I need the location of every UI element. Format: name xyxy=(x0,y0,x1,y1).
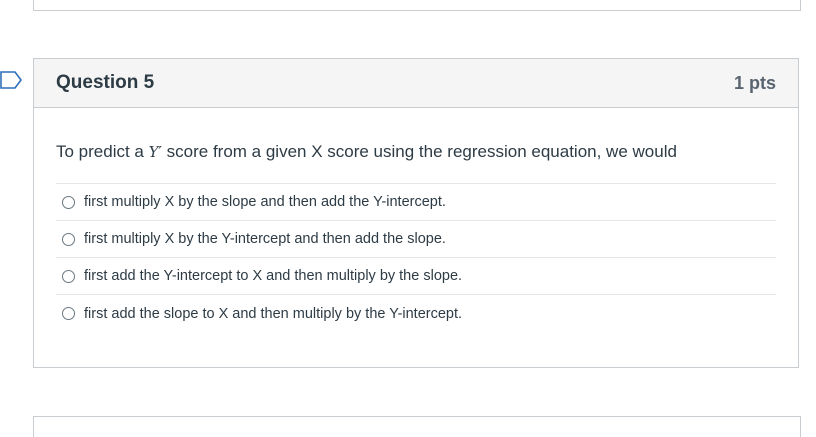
answer-label[interactable]: first multiply X by the Y-intercept and … xyxy=(84,231,446,247)
question-text: To predict a Y′ score from a given X sco… xyxy=(56,141,776,163)
question-card: Question 5 1 pts To predict a Y′ score f… xyxy=(33,58,799,368)
answer-label[interactable]: first add the Y-intercept to X and then … xyxy=(84,268,462,284)
question-points: 1 pts xyxy=(733,72,776,93)
bookmark-flag-icon[interactable] xyxy=(0,71,22,89)
y-prime-symbol: Y′ xyxy=(148,143,162,161)
radio-unchecked-icon[interactable] xyxy=(62,232,75,246)
question-text-after: score from a given X score using the reg… xyxy=(161,142,677,161)
question-body: To predict a Y′ score from a given X sco… xyxy=(34,141,798,332)
question-header: Question 5 1 pts xyxy=(34,59,798,108)
radio-unchecked-icon[interactable] xyxy=(62,269,75,283)
answer-label[interactable]: first add the slope to X and then multip… xyxy=(84,306,462,322)
answer-option-1[interactable]: first multiply X by the slope and then a… xyxy=(56,184,776,221)
question-text-before: To predict a xyxy=(56,142,149,161)
answer-option-3[interactable]: first add the Y-intercept to X and then … xyxy=(56,258,776,295)
question-title: Question 5 xyxy=(56,72,155,93)
answer-label[interactable]: first multiply X by the slope and then a… xyxy=(84,194,446,210)
answer-option-4[interactable]: first add the slope to X and then multip… xyxy=(56,295,776,332)
next-question-card xyxy=(33,416,801,437)
radio-unchecked-icon[interactable] xyxy=(62,307,75,320)
answer-list: first multiply X by the slope and then a… xyxy=(56,183,776,332)
answer-option-2[interactable]: first multiply X by the Y-intercept and … xyxy=(56,221,776,258)
previous-question-card xyxy=(33,0,801,11)
radio-unchecked-icon[interactable] xyxy=(62,195,75,209)
